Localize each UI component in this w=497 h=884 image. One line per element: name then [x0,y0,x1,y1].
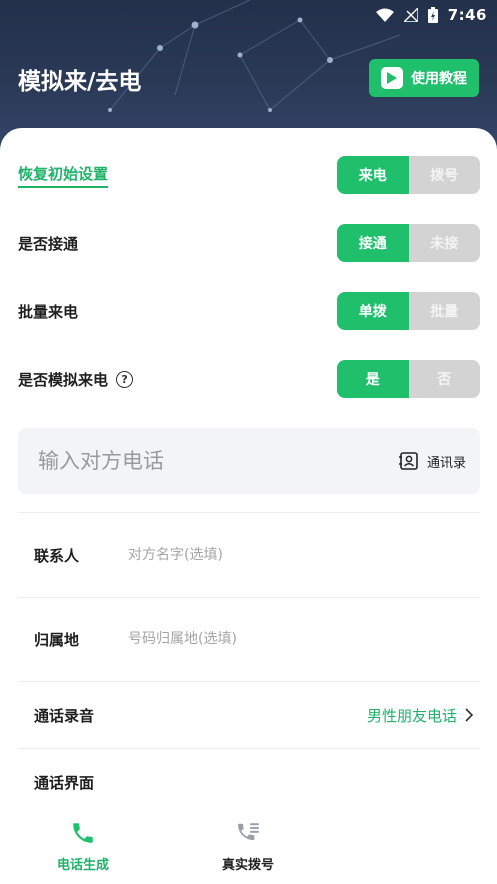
option-batch[interactable]: 批量 [408,292,480,330]
page-title: 模拟来/去电 [18,69,142,95]
call-mode-toggle: 来电 拨号 [337,156,480,194]
simulate-label-text: 是否模拟来电 [18,370,109,389]
row-simulate: 是否模拟来电 ? 是 否 [18,359,480,399]
connect-toggle: 接通 未接 [337,224,480,262]
option-dial[interactable]: 拨号 [408,156,480,194]
phone-icon [73,823,93,843]
simulate-label: 是否模拟来电 ? [18,369,134,390]
phone-number-box: 通讯录 [18,428,480,494]
phone-number-input[interactable] [36,448,360,474]
option-yes[interactable]: 是 [337,360,409,398]
option-no[interactable]: 否 [408,360,480,398]
contacts-label: 通讯录 [426,455,466,471]
reset-settings-link[interactable]: 恢复初始设置 [18,163,109,188]
batch-label: 批量来电 [18,302,79,321]
wifi-icon [375,8,394,22]
simulate-toggle: 是 否 [337,360,480,398]
play-icon [381,67,403,89]
bottom-nav: 电话生成 真实拨号 [0,812,497,884]
tutorial-button[interactable]: 使用教程 [369,59,479,97]
option-incoming[interactable]: 来电 [337,156,409,194]
location-input[interactable] [126,630,430,648]
batch-toggle: 单拨 批量 [337,292,480,330]
contact-label: 联系人 [34,546,80,565]
chevron-right-icon [465,708,474,722]
phone-list-icon [238,823,259,840]
nav-item-real-dial[interactable]: 真实拨号 [188,820,308,873]
interface-label: 通话界面 [34,773,95,792]
row-call-mode: 恢复初始设置 来电 拨号 [18,155,480,195]
row-batch: 批量来电 单拨 批量 [18,291,480,331]
recording-label: 通话录音 [34,706,95,725]
nav-real-dial-label: 真实拨号 [221,858,274,873]
recording-value-text: 男性朋友电话 [366,706,457,725]
recording-row[interactable]: 通话录音 男性朋友电话 [18,682,480,749]
connect-label: 是否接通 [18,234,79,253]
contact-name-input[interactable] [126,546,430,564]
location-row: 归属地 [18,597,480,682]
nav-item-generate[interactable]: 电话生成 [23,820,143,873]
row-connect: 是否接通 接通 未接 [18,223,480,263]
option-connected[interactable]: 接通 [337,224,409,262]
tutorial-button-label: 使用教程 [411,71,467,87]
contacts-icon [398,452,418,470]
status-bar: 7:46 [375,4,487,26]
location-label: 归属地 [34,630,80,649]
interface-row[interactable]: 通话界面 [18,749,480,815]
option-single[interactable]: 单拨 [337,292,409,330]
no-signal-icon [403,8,418,22]
option-missed[interactable]: 未接 [408,224,480,262]
nav-generate-label: 电话生成 [56,858,109,873]
recording-value: 男性朋友电话 [367,705,480,726]
status-time: 7:46 [447,6,487,24]
contact-row: 联系人 [18,512,480,598]
battery-charging-icon [427,7,438,23]
help-icon[interactable]: ? [116,370,134,388]
contacts-button[interactable]: 通讯录 [398,452,466,471]
